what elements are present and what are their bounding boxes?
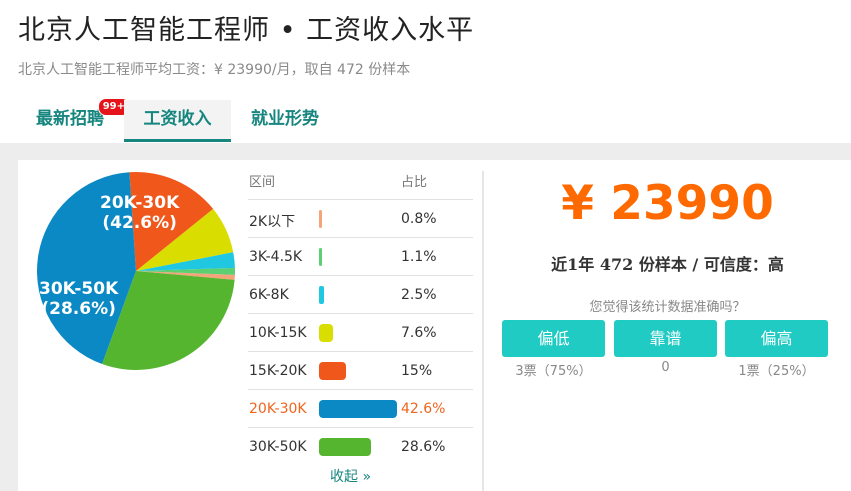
row-bar <box>319 438 372 456</box>
row-bar <box>319 324 333 342</box>
row-percent: 0.8% <box>401 211 437 227</box>
average-salary: ¥ 23990 <box>561 176 774 231</box>
row-percent: 1.1% <box>401 249 437 265</box>
row-bar <box>319 210 322 228</box>
vote-accurate-button[interactable]: 靠谱 <box>614 320 717 357</box>
pie-label-20k-30k: 20K-30K (42.6%) <box>100 193 180 233</box>
row-bar <box>319 248 322 266</box>
table-row: 10K-15K 7.6% <box>248 313 473 351</box>
column-header-percent: 占比 <box>401 175 428 190</box>
vote-high-button[interactable]: 偏高 <box>725 320 828 357</box>
table-row: 30K-50K 28.6% <box>248 427 473 465</box>
tab-bar: 最新招聘 99+ 工资收入 就业形势 <box>18 98 851 142</box>
page-title: 北京人工智能工程师 • 工资收入水平 <box>18 15 475 46</box>
vote-accurate-count: 0 <box>661 360 670 375</box>
sample-info: 近1年 472 份样本 / 可信度：高 <box>551 255 784 274</box>
row-range: 10K-15K <box>249 325 307 341</box>
row-bar <box>319 400 397 418</box>
table-row: 20K-30K 42.6% <box>248 389 473 427</box>
table-row: 6K-8K 2.5% <box>248 275 473 313</box>
tab-latest-jobs[interactable]: 最新招聘 99+ <box>18 98 130 142</box>
tab-label: 最新招聘 <box>36 109 104 129</box>
page-subtitle: 北京人工智能工程师平均工资：¥ 23990/月，取自 472 份样本 <box>18 62 411 78</box>
row-percent: 28.6% <box>401 439 446 455</box>
tab-salary[interactable]: 工资收入 <box>124 100 231 142</box>
row-percent: 15% <box>401 363 433 379</box>
tab-employment[interactable]: 就业形势 <box>232 100 338 142</box>
row-range: 15K-20K <box>249 363 307 379</box>
row-range: 2K以下 <box>249 214 296 230</box>
column-header-range: 区间 <box>249 175 276 190</box>
row-percent: 7.6% <box>401 325 437 341</box>
row-bar <box>319 286 324 304</box>
vote-high-count: 1票（25%） <box>738 364 815 379</box>
row-range: 6K-8K <box>249 287 289 303</box>
accuracy-question: 您觉得该统计数据准确吗？ <box>589 300 746 315</box>
tab-label: 工资收入 <box>143 109 212 129</box>
row-percent: 42.6% <box>401 401 446 417</box>
row-bar <box>319 362 347 380</box>
tab-label: 就业形势 <box>251 109 319 129</box>
vote-low-button[interactable]: 偏低 <box>502 320 605 357</box>
collapse-link[interactable]: 收起 » <box>330 466 371 486</box>
row-range: 20K-30K <box>249 401 307 417</box>
row-range: 3K-4.5K <box>249 249 303 265</box>
row-range: 30K-50K <box>249 439 307 455</box>
pie-label-30k-50k: 30K-50K (28.6%) <box>39 279 119 319</box>
table-row: 15K-20K 15% <box>248 351 473 389</box>
vote-low-count: 3票（75%） <box>515 364 592 379</box>
table-row: 2K以下 0.8% <box>248 199 473 237</box>
row-percent: 2.5% <box>401 287 437 303</box>
table-row: 3K-4.5K 1.1% <box>248 237 473 275</box>
